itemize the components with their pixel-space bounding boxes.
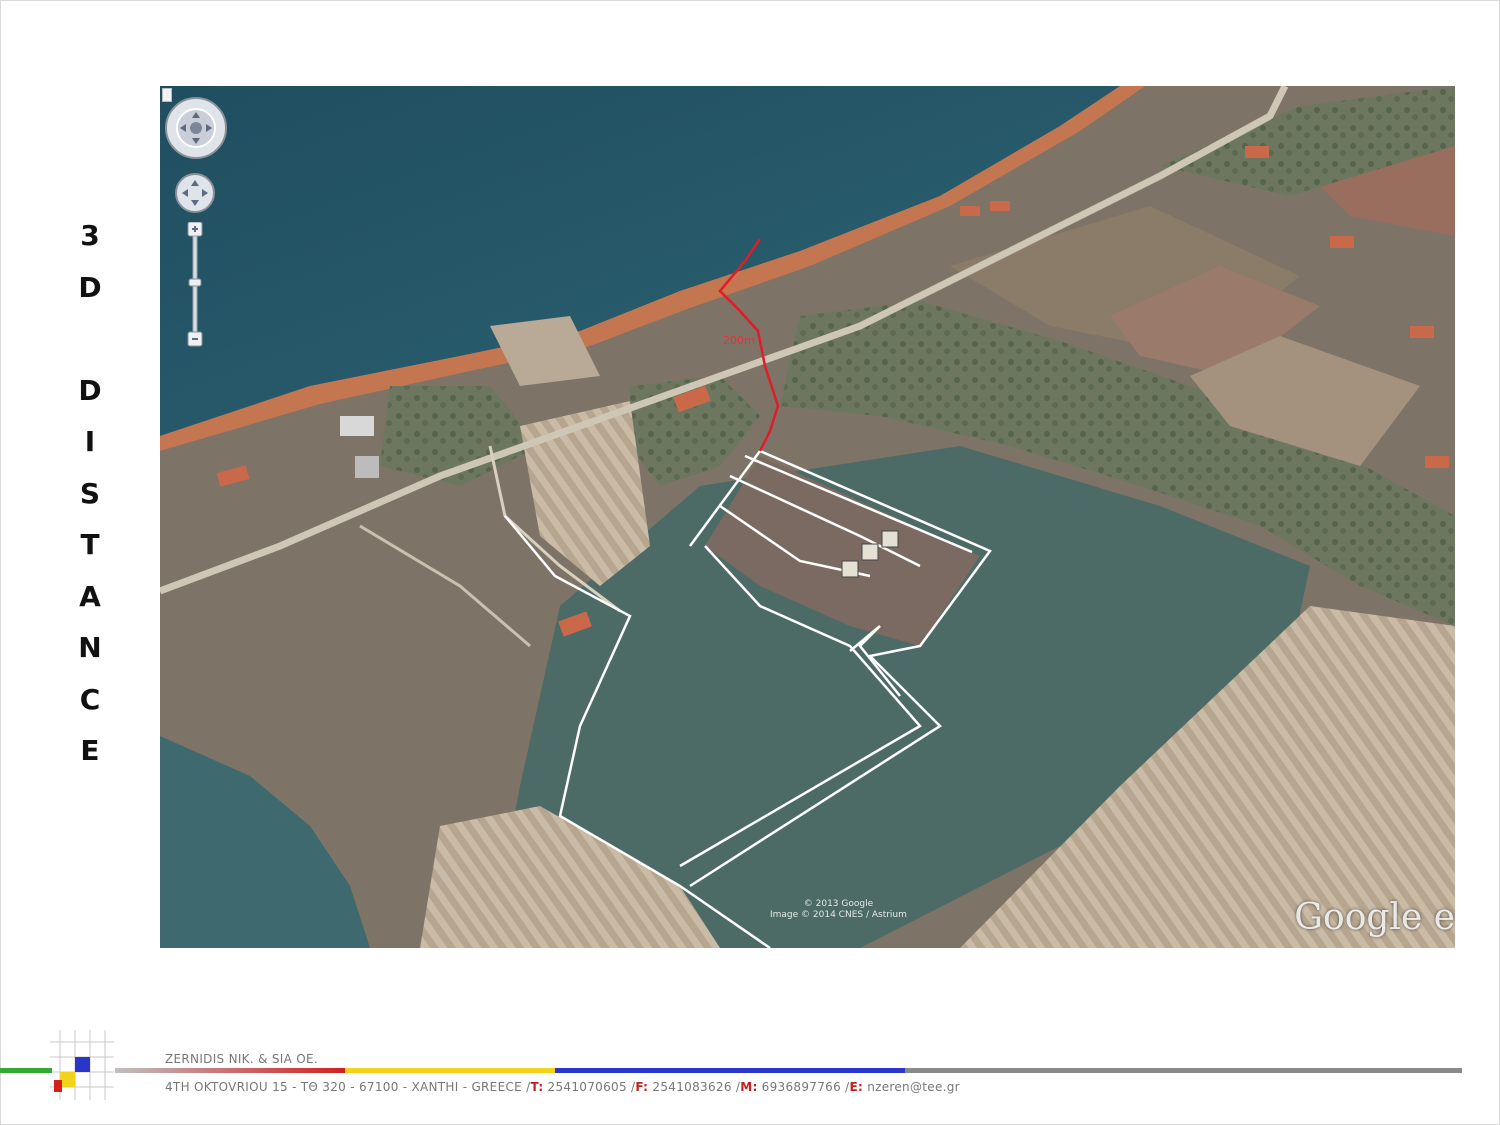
company-name: ZERNIDIS NIK. & SIA OE. (165, 1052, 318, 1066)
footer-stripe-gray (905, 1068, 1462, 1073)
side-title: 3DDISTANCE (70, 210, 110, 777)
side-title-letter: I (84, 425, 96, 458)
side-title-letter: E (80, 734, 100, 767)
imagery-copyright: © 2013 Google Image © 2014 CNES / Astriu… (770, 899, 907, 920)
look-around-icon[interactable] (164, 96, 228, 160)
side-title-letter (70, 313, 110, 365)
google-earth-logo: Google e (1294, 897, 1455, 938)
map-imagery (160, 86, 1455, 948)
side-title-letter: C (79, 682, 101, 716)
side-title-letter: T (80, 528, 100, 561)
side-title-letter: 3 (80, 219, 100, 252)
company-address: 4TH OKTOVRIOU 15 - ΤΘ 320 - 67100 - XANT… (165, 1080, 960, 1094)
side-title-letter: D (78, 270, 102, 304)
side-title-letter: N (78, 631, 102, 664)
footer-stripe-blue (555, 1068, 905, 1073)
side-title-letter: A (79, 579, 101, 613)
email-link[interactable]: nzeren@tee.gr (863, 1080, 960, 1094)
footer-stripe-green (0, 1068, 52, 1073)
distance-label: 200m (723, 334, 755, 347)
zoom-slider-icon[interactable] (187, 222, 203, 348)
footer-stripe-red (115, 1068, 345, 1073)
side-title-letter: D (78, 373, 102, 407)
company-logo (50, 1030, 114, 1100)
footer-stripe-yellow (345, 1068, 555, 1073)
side-title-letter: S (79, 476, 101, 510)
satellite-map[interactable]: 200m © 2013 Google Image © 2014 CNES / A… (160, 86, 1455, 948)
move-pan-icon[interactable] (174, 172, 216, 214)
